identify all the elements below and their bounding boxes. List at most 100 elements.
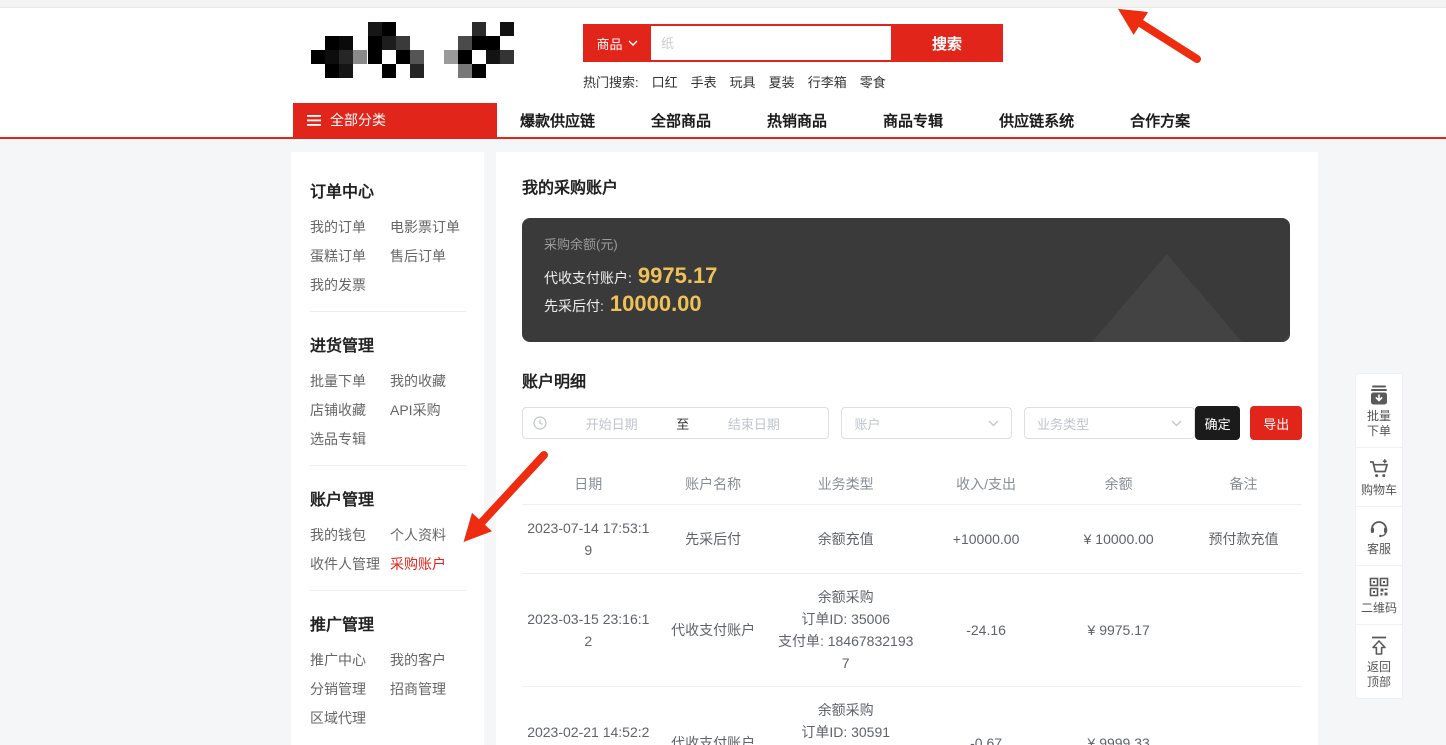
col-header-account: 账户名称 — [655, 464, 772, 504]
sidebar-item-profile[interactable]: 个人资料 — [390, 525, 466, 545]
cell-note: 预付款充值 — [1185, 504, 1302, 573]
sidebar-item-distribution[interactable]: 分销管理 — [310, 679, 390, 699]
sidebar-item-aftersale-orders[interactable]: 售后订单 — [390, 246, 466, 266]
toolbar-back-to-top[interactable]: 返回 顶部 — [1356, 624, 1402, 698]
batch-order-icon — [1358, 384, 1400, 406]
toolbar-cart[interactable]: 购物车 — [1356, 447, 1402, 506]
sidebar-item-promotion-center[interactable]: 推广中心 — [310, 650, 390, 670]
header: 商品 搜索 热门搜索: 口红 手表 玩具 夏装 行李箱 零食 — [0, 9, 1446, 103]
sidebar-item-batch-order[interactable]: 批量下单 — [310, 371, 390, 391]
hot-keyword[interactable]: 夏装 — [769, 72, 795, 91]
sidebar-item-merchant-management[interactable]: 招商管理 — [390, 679, 466, 699]
balance-account-name: 先采后付: — [544, 294, 604, 319]
search-category-dropdown[interactable]: 商品 — [583, 24, 651, 62]
nav-item[interactable]: 爆款供应链 — [520, 110, 595, 131]
nav-item[interactable]: 合作方案 — [1130, 110, 1190, 131]
cell-amount: -24.16 — [920, 573, 1053, 686]
all-categories-label: 全部分类 — [330, 110, 386, 130]
sidebar-item-my-favorites[interactable]: 我的收藏 — [390, 371, 466, 391]
toolbar-qrcode[interactable]: 二维码 — [1356, 565, 1402, 624]
cell-amount: -0.67 — [920, 686, 1053, 745]
sidebar-section-title: 进货管理 — [310, 332, 466, 356]
hot-keyword[interactable]: 手表 — [691, 72, 717, 91]
table-row: 2023-03-15 23:16:12 代收支付账户 余额采购 订单ID: 35… — [522, 573, 1302, 686]
sidebar-item-my-orders[interactable]: 我的订单 — [310, 217, 390, 237]
sidebar-item-shop-favorites[interactable]: 店铺收藏 — [310, 400, 390, 420]
date-range-picker[interactable]: 开始日期 至 结束日期 — [522, 407, 829, 439]
cell-balance: ¥ 10000.00 — [1052, 504, 1185, 573]
sidebar-section-promotion: 推广管理 推广中心 我的客户 分销管理 招商管理 区域代理 — [310, 590, 466, 744]
sidebar-item-api-purchase[interactable]: API采购 — [390, 400, 466, 420]
page: 商品 搜索 热门搜索: 口红 手表 玩具 夏装 行李箱 零食 全部分类 — [0, 0, 1446, 745]
balance-account-value: 10000.00 — [610, 291, 702, 316]
nav-item[interactable]: 热销商品 — [767, 110, 827, 131]
chevron-down-icon — [628, 40, 638, 46]
col-header-type: 业务类型 — [772, 464, 920, 504]
sidebar-item-my-customers[interactable]: 我的客户 — [390, 650, 466, 670]
chevron-down-icon — [988, 420, 999, 427]
page-title: 我的采购账户 — [522, 174, 1300, 198]
top-strip — [0, 0, 1446, 8]
export-button[interactable]: 导出 — [1250, 406, 1302, 440]
hot-search-label: 热门搜索: — [583, 72, 639, 91]
sidebar-section-account: 账户管理 我的钱包 个人资料 收件人管理 采购账户 — [310, 465, 466, 590]
balance-account-name: 代收支付账户: — [544, 266, 632, 291]
nav-item[interactable]: 供应链系统 — [999, 110, 1074, 131]
cell-date: 2023-02-21 14:52:20 — [522, 686, 655, 745]
sidebar-item-selection-albums[interactable]: 选品专辑 — [310, 429, 390, 449]
nav-item[interactable]: 全部商品 — [651, 110, 711, 131]
sidebar-item-cake-orders[interactable]: 蛋糕订单 — [310, 246, 390, 266]
balance-card: 采购余额(元) 代收支付账户: 9975.17 先采后付: 10000.00 — [522, 218, 1290, 342]
cell-amount: +10000.00 — [920, 504, 1053, 573]
search-input[interactable] — [651, 26, 891, 60]
sidebar-section-title: 订单中心 — [310, 178, 466, 202]
hot-search-row: 热门搜索: 口红 手表 玩具 夏装 行李箱 零食 — [583, 72, 1003, 91]
clock-icon — [533, 416, 547, 430]
search-button[interactable]: 搜索 — [891, 24, 1003, 62]
table-row: 2023-07-14 17:53:19 先采后付 余额充值 +10000.00 … — [522, 504, 1302, 573]
col-header-amount: 收入/支出 — [920, 464, 1053, 504]
date-range-to-label: 至 — [676, 414, 689, 433]
confirm-button[interactable]: 确定 — [1195, 406, 1241, 440]
sidebar-item-movie-orders[interactable]: 电影票订单 — [390, 217, 466, 237]
sidebar-section-orders: 订单中心 我的订单 电影票订单 蛋糕订单 售后订单 我的发票 — [310, 158, 466, 311]
cell-date: 2023-07-14 17:53:19 — [522, 504, 655, 573]
main-panel: 我的采购账户 采购余额(元) 代收支付账户: 9975.17 先采后付: 100… — [496, 152, 1318, 745]
sidebar-item-my-invoices[interactable]: 我的发票 — [310, 275, 390, 295]
sidebar-item-my-wallet[interactable]: 我的钱包 — [310, 525, 390, 545]
filter-row: 开始日期 至 结束日期 账户 业务类型 确定 导出 — [522, 406, 1302, 440]
hot-keyword[interactable]: 零食 — [860, 72, 886, 91]
toolbar-customer-service[interactable]: 客服 — [1356, 506, 1402, 565]
account-select[interactable]: 账户 — [841, 407, 1012, 439]
chevron-down-icon — [1171, 420, 1182, 427]
balance-account-value: 9975.17 — [638, 263, 718, 288]
nav-item[interactable]: 商品专辑 — [883, 110, 943, 131]
hot-keyword[interactable]: 行李箱 — [808, 72, 847, 91]
toolbar-item-label: 批量 下单 — [1358, 409, 1400, 439]
start-date-placeholder[interactable]: 开始日期 — [547, 414, 676, 433]
end-date-placeholder[interactable]: 结束日期 — [689, 414, 818, 433]
all-categories-button[interactable]: 全部分类 — [293, 103, 497, 137]
toolbar-batch-order[interactable]: 批量 下单 — [1356, 374, 1402, 447]
hamburger-icon — [307, 115, 321, 126]
col-header-note: 备注 — [1185, 464, 1302, 504]
cell-account: 代收支付账户 — [655, 573, 772, 686]
hot-keyword[interactable]: 口红 — [652, 72, 678, 91]
sidebar-item-recipient-management[interactable]: 收件人管理 — [310, 554, 390, 574]
table-row: 2023-02-21 14:52:20 代收支付账户 余额采购 订单ID: 30… — [522, 686, 1302, 745]
account-detail-table: 日期 账户名称 业务类型 收入/支出 余额 备注 2023-07-14 17:5… — [522, 464, 1302, 745]
search-area: 商品 搜索 热门搜索: 口红 手表 玩具 夏装 行李箱 零食 — [583, 24, 1003, 91]
toolbar-item-label: 购物车 — [1358, 483, 1400, 498]
search-category-label: 商品 — [596, 34, 622, 53]
hot-keyword[interactable]: 玩具 — [730, 72, 756, 91]
cell-balance: ¥ 9975.17 — [1052, 573, 1185, 686]
sidebar-item-purchase-account[interactable]: 采购账户 — [390, 554, 466, 574]
cell-note — [1185, 573, 1302, 686]
cell-type: 余额采购 订单ID: 35006 支付单: 184678321937 — [772, 573, 920, 686]
cart-icon — [1358, 458, 1400, 480]
account-select-placeholder: 账户 — [854, 414, 880, 433]
business-type-select[interactable]: 业务类型 — [1024, 407, 1195, 439]
cell-balance: ¥ 9999.33 — [1052, 686, 1185, 745]
sidebar-item-regional-agent[interactable]: 区域代理 — [310, 708, 390, 728]
back-to-top-icon — [1358, 635, 1400, 657]
